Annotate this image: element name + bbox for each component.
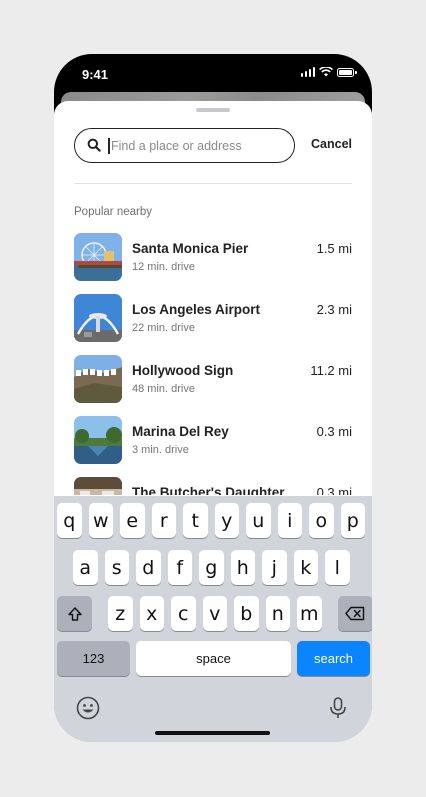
keyboard: q w e r t y u i o p a s d f g h j k l z xyxy=(54,496,372,742)
status-time: 9:41 xyxy=(82,67,109,82)
list-item[interactable]: Marina Del Rey 3 min. drive 0.3 mi xyxy=(74,416,352,477)
places-list: Santa Monica Pier 12 min. drive 1.5 mi L… xyxy=(74,233,352,495)
key-k[interactable]: k xyxy=(293,550,318,585)
wifi-icon xyxy=(319,67,333,77)
battery-icon xyxy=(337,67,357,77)
list-item[interactable]: Los Angeles Airport 22 min. drive 2.3 mi xyxy=(74,294,352,355)
cancel-button[interactable]: Cancel xyxy=(311,137,352,151)
list-item[interactable]: Santa Monica Pier 12 min. drive 1.5 mi xyxy=(74,233,352,294)
key-q[interactable]: q xyxy=(57,503,82,538)
section-title: Popular nearby xyxy=(74,206,152,218)
place-drive-time: 22 min. drive xyxy=(132,322,195,334)
key-m[interactable]: m xyxy=(297,596,322,631)
place-thumbnail xyxy=(74,477,122,495)
key-o[interactable]: o xyxy=(309,503,334,538)
key-j[interactable]: j xyxy=(262,550,287,585)
numbers-key[interactable]: 123 xyxy=(57,641,130,676)
place-name: Santa Monica Pier xyxy=(132,241,249,256)
text-cursor xyxy=(108,138,110,154)
place-drive-time: 3 min. drive xyxy=(132,444,189,456)
key-z[interactable]: z xyxy=(108,596,133,631)
place-thumbnail xyxy=(74,233,122,281)
place-distance: 0.3 mi xyxy=(316,485,352,495)
status-bar: 9:41 xyxy=(54,54,372,94)
place-name: Marina Del Rey xyxy=(132,424,229,439)
shift-icon xyxy=(67,606,82,621)
phone-frame: 9:41 Cancel Popular nearby xyxy=(54,54,372,742)
key-r[interactable]: r xyxy=(151,503,176,538)
list-item[interactable]: Hollywood Sign 48 min. drive 11.2 mi xyxy=(74,355,352,416)
key-b[interactable]: b xyxy=(234,596,259,631)
place-name: Los Angeles Airport xyxy=(132,302,261,317)
key-u[interactable]: u xyxy=(246,503,271,538)
key-s[interactable]: s xyxy=(104,550,129,585)
place-distance: 11.2 mi xyxy=(310,363,352,378)
key-f[interactable]: f xyxy=(167,550,192,585)
key-n[interactable]: n xyxy=(265,596,290,631)
key-e[interactable]: e xyxy=(120,503,145,538)
keyboard-row-1: q w e r t y u i o p xyxy=(57,503,365,538)
status-icons xyxy=(300,67,357,77)
home-indicator[interactable] xyxy=(155,731,270,735)
emoji-icon[interactable] xyxy=(76,696,100,720)
key-x[interactable]: x xyxy=(139,596,164,631)
key-h[interactable]: h xyxy=(230,550,255,585)
search-box[interactable] xyxy=(74,128,295,163)
key-v[interactable]: v xyxy=(202,596,227,631)
key-t[interactable]: t xyxy=(183,503,208,538)
backspace-key[interactable] xyxy=(337,596,372,631)
key-w[interactable]: w xyxy=(88,503,113,538)
key-d[interactable]: d xyxy=(136,550,161,585)
place-drive-time: 12 min. drive xyxy=(132,261,195,273)
divider xyxy=(74,183,352,184)
key-a[interactable]: a xyxy=(73,550,98,585)
sheet-grabber[interactable] xyxy=(196,108,230,112)
key-y[interactable]: y xyxy=(214,503,239,538)
search-input[interactable] xyxy=(111,129,289,162)
keyboard-row-2: a s d f g h j k l xyxy=(73,550,350,585)
place-drive-time: 48 min. drive xyxy=(132,383,195,395)
search-icon xyxy=(87,138,101,152)
microphone-icon[interactable] xyxy=(328,696,348,720)
key-l[interactable]: l xyxy=(325,550,350,585)
shift-key[interactable] xyxy=(57,596,92,631)
key-g[interactable]: g xyxy=(199,550,224,585)
key-i[interactable]: i xyxy=(277,503,302,538)
place-name: The Butcher's Daughter xyxy=(132,485,285,495)
place-distance: 1.5 mi xyxy=(316,241,352,256)
place-thumbnail xyxy=(74,355,122,403)
backspace-icon xyxy=(345,606,365,621)
place-distance: 0.3 mi xyxy=(316,424,352,439)
search-key[interactable]: search xyxy=(297,641,370,676)
place-name: Hollywood Sign xyxy=(132,363,234,378)
space-key[interactable]: space xyxy=(136,641,291,676)
keyboard-row-3: z x c v b n m xyxy=(57,596,372,631)
keyboard-row-4: 123 space search xyxy=(57,641,370,676)
key-p[interactable]: p xyxy=(340,503,365,538)
key-c[interactable]: c xyxy=(171,596,196,631)
search-row: Cancel xyxy=(74,128,352,164)
place-distance: 2.3 mi xyxy=(316,302,352,317)
place-thumbnail xyxy=(74,294,122,342)
place-thumbnail xyxy=(74,416,122,464)
signal-icon xyxy=(300,67,315,77)
list-item[interactable]: The Butcher's Daughter 0.3 mi xyxy=(74,477,352,495)
